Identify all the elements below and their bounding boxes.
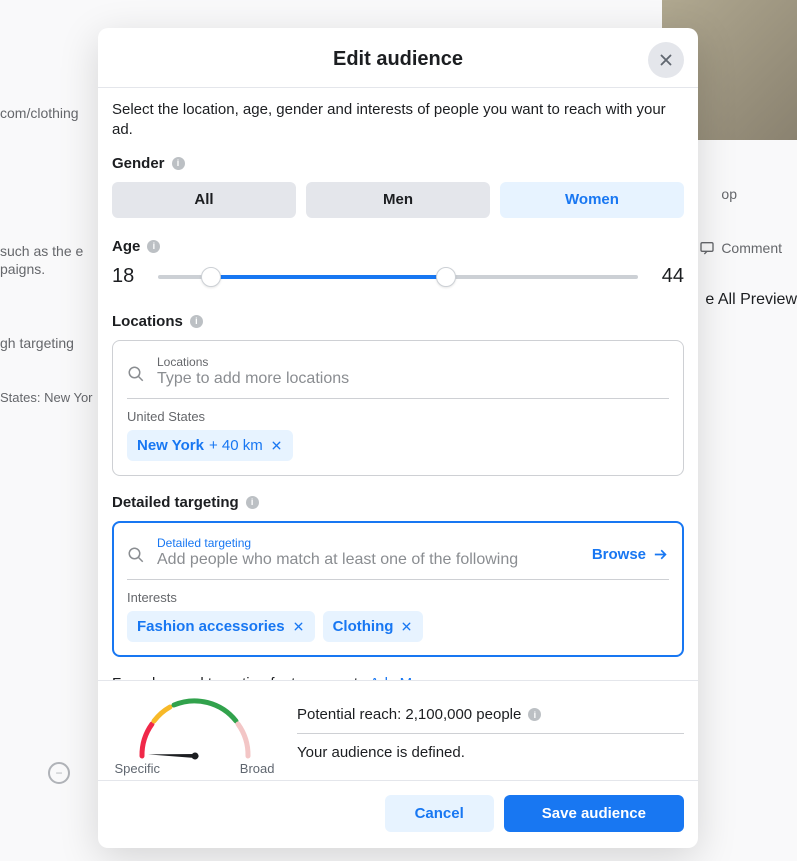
targeting-field-label: Detailed targeting (157, 536, 580, 550)
bg-paigns-text: paigns. (0, 261, 45, 277)
search-icon (127, 365, 145, 383)
locations-search-row: Locations (127, 351, 669, 399)
location-chip-newyork[interactable]: New York + 40 km (127, 430, 293, 461)
locations-country-label: United States (127, 409, 669, 424)
cancel-button[interactable]: Cancel (385, 795, 494, 832)
age-min-value: 18 (112, 265, 138, 288)
edit-audience-modal: Edit audience Select the location, age, … (98, 28, 698, 848)
bg-shop-text: op (721, 186, 737, 202)
footer-info: Specific Broad Potential reach: 2,100,00… (98, 680, 698, 780)
age-section: Age i 18 44 (112, 238, 684, 289)
intro-text: Select the location, age, gender and int… (112, 100, 684, 141)
bg-states-text: States: New Yor (0, 390, 93, 405)
bg-such-text: such as the e (0, 243, 83, 259)
locations-field-label: Locations (157, 355, 669, 369)
interests-label: Interests (127, 590, 669, 605)
age-max-thumb[interactable] (436, 267, 456, 287)
remove-chip-icon[interactable] (270, 439, 283, 452)
gender-segmented-control: All Men Women (112, 182, 684, 218)
browse-link[interactable]: Browse (592, 546, 669, 563)
age-slider[interactable] (158, 265, 638, 289)
search-icon (127, 546, 145, 564)
gender-label: Gender i (112, 155, 684, 172)
info-icon[interactable]: i (190, 315, 203, 328)
info-icon[interactable]: i (528, 708, 541, 721)
audience-defined-text: Your audience is defined. (297, 734, 684, 761)
age-label: Age i (112, 238, 684, 255)
close-icon (657, 51, 675, 69)
remove-chip-icon[interactable] (292, 620, 305, 633)
potential-reach: Potential reach: 2,100,000 people i (297, 706, 684, 734)
gender-all-button[interactable]: All (112, 182, 296, 218)
remove-chip-icon[interactable] (400, 620, 413, 633)
age-slider-row: 18 44 (112, 265, 684, 289)
targeting-label: Detailed targeting i (112, 494, 684, 511)
targeting-input[interactable] (157, 550, 580, 571)
gauge-widget: Specific Broad (112, 691, 277, 776)
info-icon[interactable]: i (172, 157, 185, 170)
close-button[interactable] (648, 42, 684, 78)
gender-women-button[interactable]: Women (500, 182, 684, 218)
arrow-right-icon (652, 546, 669, 563)
modal-title: Edit audience (98, 48, 698, 71)
gender-men-button[interactable]: Men (306, 182, 490, 218)
bg-preview-text: e All Preview (705, 291, 797, 309)
gauge-broad-label: Broad (240, 761, 275, 776)
info-icon[interactable]: i (147, 240, 160, 253)
gauge-specific-label: Specific (115, 761, 161, 776)
interest-chip-clothing[interactable]: Clothing (323, 611, 424, 642)
modal-actions: Cancel Save audience (98, 780, 698, 848)
age-max-value: 44 (658, 265, 684, 288)
bg-minus-circle-icon: − (48, 762, 70, 784)
info-icon[interactable]: i (246, 496, 259, 509)
targeting-card: Detailed targeting Browse Interests Fash… (112, 521, 684, 657)
location-chips: New York + 40 km (127, 430, 669, 461)
interest-chip-fashion[interactable]: Fashion accessories (127, 611, 315, 642)
interest-chips: Fashion accessories Clothing (127, 611, 669, 642)
age-min-thumb[interactable] (201, 267, 221, 287)
save-audience-button[interactable]: Save audience (504, 795, 684, 832)
modal-header: Edit audience (98, 28, 698, 88)
bg-url-text: com/clothing (0, 105, 79, 121)
locations-input[interactable] (157, 369, 669, 390)
locations-label: Locations i (112, 313, 684, 330)
bg-targeting-text: gh targeting (0, 335, 74, 351)
targeting-search-row: Detailed targeting Browse (127, 532, 669, 580)
bg-comment-row: Comment (699, 240, 782, 256)
modal-body[interactable]: Select the location, age, gender and int… (98, 88, 698, 680)
locations-card: Locations United States New York + 40 km (112, 340, 684, 476)
comment-icon (699, 240, 715, 256)
gauge-icon (130, 691, 260, 763)
